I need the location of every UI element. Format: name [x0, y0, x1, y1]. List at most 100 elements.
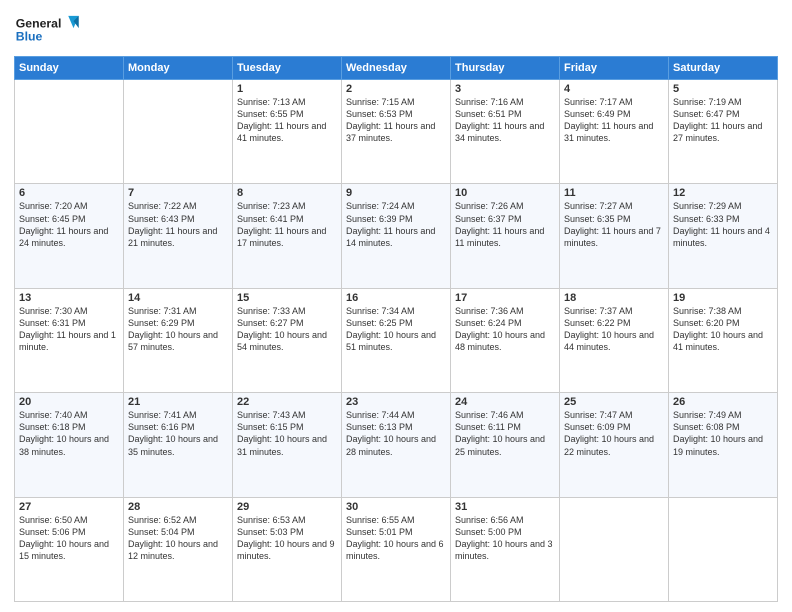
day-number: 21	[128, 396, 228, 408]
calendar-cell: 12Sunrise: 7:29 AM Sunset: 6:33 PM Dayli…	[669, 184, 778, 288]
cell-text: Sunrise: 7:22 AM Sunset: 6:43 PM Dayligh…	[128, 200, 228, 249]
cell-text: Sunrise: 6:56 AM Sunset: 5:00 PM Dayligh…	[455, 514, 555, 563]
calendar-cell: 5Sunrise: 7:19 AM Sunset: 6:47 PM Daylig…	[669, 80, 778, 184]
cell-text: Sunrise: 7:16 AM Sunset: 6:51 PM Dayligh…	[455, 96, 555, 145]
day-number: 8	[237, 187, 337, 199]
calendar-cell: 8Sunrise: 7:23 AM Sunset: 6:41 PM Daylig…	[233, 184, 342, 288]
cell-text: Sunrise: 6:50 AM Sunset: 5:06 PM Dayligh…	[19, 514, 119, 563]
calendar-cell: 24Sunrise: 7:46 AM Sunset: 6:11 PM Dayli…	[451, 393, 560, 497]
calendar-cell: 23Sunrise: 7:44 AM Sunset: 6:13 PM Dayli…	[342, 393, 451, 497]
weekday-tuesday: Tuesday	[233, 57, 342, 80]
calendar-cell: 31Sunrise: 6:56 AM Sunset: 5:00 PM Dayli…	[451, 497, 560, 601]
cell-text: Sunrise: 7:30 AM Sunset: 6:31 PM Dayligh…	[19, 305, 119, 354]
cell-text: Sunrise: 7:29 AM Sunset: 6:33 PM Dayligh…	[673, 200, 773, 249]
cell-text: Sunrise: 7:47 AM Sunset: 6:09 PM Dayligh…	[564, 409, 664, 458]
calendar-week-4: 20Sunrise: 7:40 AM Sunset: 6:18 PM Dayli…	[15, 393, 778, 497]
day-number: 16	[346, 292, 446, 304]
weekday-wednesday: Wednesday	[342, 57, 451, 80]
day-number: 11	[564, 187, 664, 199]
svg-text:Blue: Blue	[16, 29, 43, 43]
weekday-sunday: Sunday	[15, 57, 124, 80]
day-number: 1	[237, 83, 337, 95]
calendar-cell: 29Sunrise: 6:53 AM Sunset: 5:03 PM Dayli…	[233, 497, 342, 601]
calendar-cell: 6Sunrise: 7:20 AM Sunset: 6:45 PM Daylig…	[15, 184, 124, 288]
cell-text: Sunrise: 7:23 AM Sunset: 6:41 PM Dayligh…	[237, 200, 337, 249]
day-number: 19	[673, 292, 773, 304]
calendar-cell: 15Sunrise: 7:33 AM Sunset: 6:27 PM Dayli…	[233, 288, 342, 392]
cell-text: Sunrise: 7:34 AM Sunset: 6:25 PM Dayligh…	[346, 305, 446, 354]
calendar-cell: 30Sunrise: 6:55 AM Sunset: 5:01 PM Dayli…	[342, 497, 451, 601]
cell-text: Sunrise: 6:53 AM Sunset: 5:03 PM Dayligh…	[237, 514, 337, 563]
calendar-cell	[669, 497, 778, 601]
calendar-week-3: 13Sunrise: 7:30 AM Sunset: 6:31 PM Dayli…	[15, 288, 778, 392]
cell-text: Sunrise: 6:55 AM Sunset: 5:01 PM Dayligh…	[346, 514, 446, 563]
cell-text: Sunrise: 7:40 AM Sunset: 6:18 PM Dayligh…	[19, 409, 119, 458]
calendar-cell: 27Sunrise: 6:50 AM Sunset: 5:06 PM Dayli…	[15, 497, 124, 601]
calendar-cell: 11Sunrise: 7:27 AM Sunset: 6:35 PM Dayli…	[560, 184, 669, 288]
day-number: 18	[564, 292, 664, 304]
calendar-cell: 10Sunrise: 7:26 AM Sunset: 6:37 PM Dayli…	[451, 184, 560, 288]
calendar-cell: 19Sunrise: 7:38 AM Sunset: 6:20 PM Dayli…	[669, 288, 778, 392]
cell-text: Sunrise: 7:24 AM Sunset: 6:39 PM Dayligh…	[346, 200, 446, 249]
cell-text: Sunrise: 6:52 AM Sunset: 5:04 PM Dayligh…	[128, 514, 228, 563]
calendar-cell: 16Sunrise: 7:34 AM Sunset: 6:25 PM Dayli…	[342, 288, 451, 392]
weekday-row: SundayMondayTuesdayWednesdayThursdayFrid…	[15, 57, 778, 80]
calendar-cell: 3Sunrise: 7:16 AM Sunset: 6:51 PM Daylig…	[451, 80, 560, 184]
cell-text: Sunrise: 7:20 AM Sunset: 6:45 PM Dayligh…	[19, 200, 119, 249]
day-number: 24	[455, 396, 555, 408]
day-number: 23	[346, 396, 446, 408]
calendar-table: SundayMondayTuesdayWednesdayThursdayFrid…	[14, 56, 778, 602]
calendar-week-2: 6Sunrise: 7:20 AM Sunset: 6:45 PM Daylig…	[15, 184, 778, 288]
weekday-monday: Monday	[124, 57, 233, 80]
day-number: 30	[346, 501, 446, 513]
calendar-week-5: 27Sunrise: 6:50 AM Sunset: 5:06 PM Dayli…	[15, 497, 778, 601]
cell-text: Sunrise: 7:36 AM Sunset: 6:24 PM Dayligh…	[455, 305, 555, 354]
cell-text: Sunrise: 7:46 AM Sunset: 6:11 PM Dayligh…	[455, 409, 555, 458]
weekday-friday: Friday	[560, 57, 669, 80]
calendar-cell: 18Sunrise: 7:37 AM Sunset: 6:22 PM Dayli…	[560, 288, 669, 392]
day-number: 4	[564, 83, 664, 95]
logo: General Blue	[14, 10, 84, 48]
calendar-body: 1Sunrise: 7:13 AM Sunset: 6:55 PM Daylig…	[15, 80, 778, 602]
calendar-header: SundayMondayTuesdayWednesdayThursdayFrid…	[15, 57, 778, 80]
weekday-saturday: Saturday	[669, 57, 778, 80]
cell-text: Sunrise: 7:43 AM Sunset: 6:15 PM Dayligh…	[237, 409, 337, 458]
cell-text: Sunrise: 7:33 AM Sunset: 6:27 PM Dayligh…	[237, 305, 337, 354]
cell-text: Sunrise: 7:19 AM Sunset: 6:47 PM Dayligh…	[673, 96, 773, 145]
day-number: 14	[128, 292, 228, 304]
calendar-cell: 2Sunrise: 7:15 AM Sunset: 6:53 PM Daylig…	[342, 80, 451, 184]
day-number: 7	[128, 187, 228, 199]
calendar-cell: 17Sunrise: 7:36 AM Sunset: 6:24 PM Dayli…	[451, 288, 560, 392]
calendar-cell	[15, 80, 124, 184]
weekday-thursday: Thursday	[451, 57, 560, 80]
day-number: 29	[237, 501, 337, 513]
cell-text: Sunrise: 7:31 AM Sunset: 6:29 PM Dayligh…	[128, 305, 228, 354]
calendar-cell: 28Sunrise: 6:52 AM Sunset: 5:04 PM Dayli…	[124, 497, 233, 601]
calendar-cell: 26Sunrise: 7:49 AM Sunset: 6:08 PM Dayli…	[669, 393, 778, 497]
logo-svg: General Blue	[14, 10, 84, 48]
cell-text: Sunrise: 7:37 AM Sunset: 6:22 PM Dayligh…	[564, 305, 664, 354]
cell-text: Sunrise: 7:27 AM Sunset: 6:35 PM Dayligh…	[564, 200, 664, 249]
calendar-cell: 22Sunrise: 7:43 AM Sunset: 6:15 PM Dayli…	[233, 393, 342, 497]
calendar-cell: 20Sunrise: 7:40 AM Sunset: 6:18 PM Dayli…	[15, 393, 124, 497]
day-number: 31	[455, 501, 555, 513]
day-number: 15	[237, 292, 337, 304]
calendar-cell	[124, 80, 233, 184]
cell-text: Sunrise: 7:49 AM Sunset: 6:08 PM Dayligh…	[673, 409, 773, 458]
day-number: 9	[346, 187, 446, 199]
cell-text: Sunrise: 7:44 AM Sunset: 6:13 PM Dayligh…	[346, 409, 446, 458]
cell-text: Sunrise: 7:41 AM Sunset: 6:16 PM Dayligh…	[128, 409, 228, 458]
day-number: 28	[128, 501, 228, 513]
header: General Blue	[14, 10, 778, 48]
cell-text: Sunrise: 7:17 AM Sunset: 6:49 PM Dayligh…	[564, 96, 664, 145]
calendar-cell: 9Sunrise: 7:24 AM Sunset: 6:39 PM Daylig…	[342, 184, 451, 288]
day-number: 6	[19, 187, 119, 199]
calendar-cell: 21Sunrise: 7:41 AM Sunset: 6:16 PM Dayli…	[124, 393, 233, 497]
day-number: 20	[19, 396, 119, 408]
day-number: 25	[564, 396, 664, 408]
day-number: 5	[673, 83, 773, 95]
day-number: 27	[19, 501, 119, 513]
svg-text:General: General	[16, 16, 62, 30]
cell-text: Sunrise: 7:26 AM Sunset: 6:37 PM Dayligh…	[455, 200, 555, 249]
calendar-week-1: 1Sunrise: 7:13 AM Sunset: 6:55 PM Daylig…	[15, 80, 778, 184]
